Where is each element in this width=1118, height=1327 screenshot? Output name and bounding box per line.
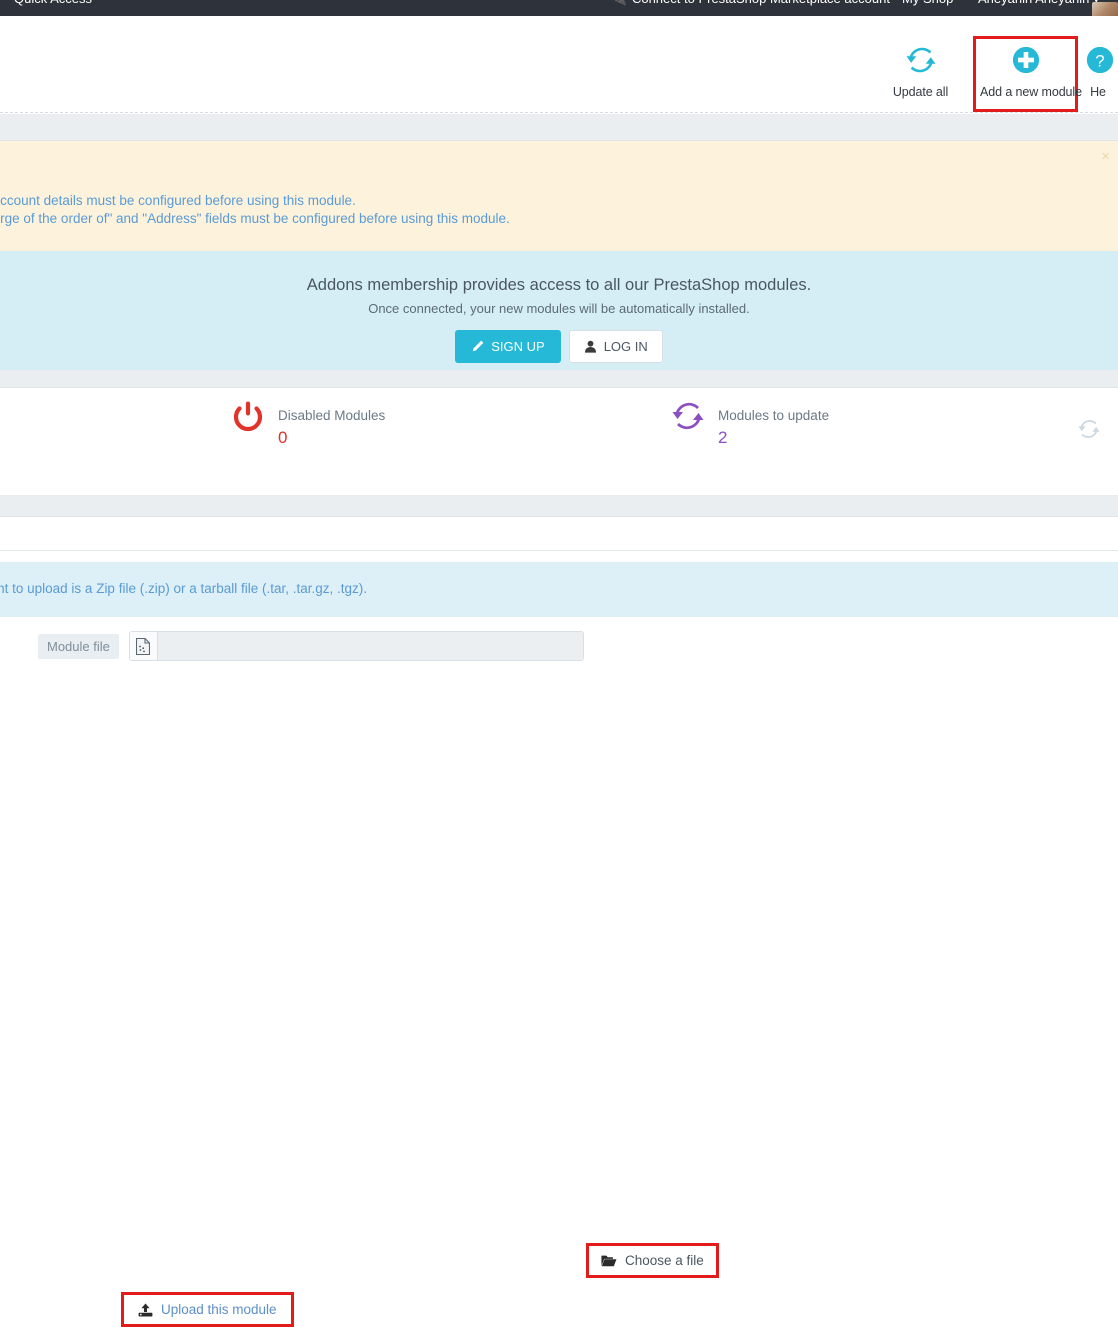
addons-membership-panel: Addons membership provides access to all… [0, 251, 1118, 370]
my-shop-link[interactable]: My Shop [902, 0, 953, 6]
module-file-row: Module file [38, 631, 584, 661]
svg-text:?: ? [1095, 52, 1104, 71]
upload-module-form: Module file Choose a file Upload this mo… [0, 617, 1118, 1327]
help-button[interactable]: ? He [1078, 36, 1118, 112]
upload-hint-panel: Please make sure the module you want to … [0, 562, 1118, 617]
warning-message-line: The "Name of the person in charge of the… [0, 211, 510, 226]
connect-marketplace-link[interactable]: 🔌 Connect to PrestaShop Marketplace accou… [612, 0, 890, 6]
update-all-label: Update all [892, 85, 949, 99]
pencil-icon [473, 340, 484, 352]
help-circle-icon: ? [1086, 46, 1114, 74]
user-icon [584, 340, 596, 353]
choose-a-file-label: Choose a file [625, 1253, 704, 1268]
module-file-input-group [128, 631, 584, 661]
help-label: He [1090, 85, 1106, 99]
update-all-button[interactable]: Update all [868, 36, 973, 112]
upload-icon [138, 1303, 153, 1316]
divider [0, 550, 1118, 551]
plus-circle-icon [1012, 46, 1039, 74]
addons-subtitle: Once connected, your new modules will be… [368, 301, 750, 316]
upload-this-module-label: Upload this module [161, 1302, 277, 1317]
separator-band-mid [0, 370, 1118, 388]
log-in-label: LOG IN [603, 339, 648, 354]
stat-disabled-modules[interactable]: Disabled Modules 0 [232, 388, 385, 452]
upload-hint-text: Please make sure the module you want to … [0, 581, 368, 596]
warning-alert: × Your PrestaShop Marketplace account de… [0, 141, 1118, 251]
close-icon[interactable]: × [1101, 149, 1110, 164]
quick-access-menu[interactable]: Quick Access [14, 0, 92, 6]
warning-message-list: Your PrestaShop Marketplace account deta… [0, 192, 510, 228]
plug-icon: 🔌 [612, 0, 627, 6]
choose-a-file-button[interactable]: Choose a file [586, 1243, 719, 1278]
sign-up-label: SIGN UP [491, 339, 545, 354]
log-in-button[interactable]: LOG IN [568, 330, 663, 363]
avatar[interactable] [1092, 2, 1118, 16]
separator-band-top [0, 114, 1118, 141]
power-icon [233, 401, 263, 432]
user-menu[interactable]: Aneyahin Aneyahin ▾ [978, 0, 1099, 7]
stat-modules-to-update-value: 2 [718, 428, 728, 447]
module-file-label: Module file [38, 633, 119, 659]
addons-title: Addons membership provides access to all… [306, 276, 812, 294]
sign-up-button[interactable]: SIGN UP [455, 330, 561, 363]
upload-this-module-button[interactable]: Upload this module [121, 1292, 294, 1327]
user-name-label: Aneyahin Aneyahin [978, 0, 1089, 6]
stat-disabled-modules-label: Disabled Modules [278, 408, 386, 423]
toolbar-actions: Update all Add a new module ? He [868, 36, 1118, 112]
folder-open-icon [601, 1255, 617, 1267]
addons-button-group: SIGN UP LOG IN [0, 330, 1118, 363]
refresh-icon[interactable] [1078, 418, 1100, 440]
stat-modules-to-update-label: Modules to update [718, 408, 830, 423]
module-stats-row: Disabled Modules 0 Modules to update 2 [0, 388, 1118, 495]
connect-marketplace-label: Connect to PrestaShop Marketplace accoun… [632, 0, 890, 6]
module-file-input[interactable] [157, 632, 583, 660]
refresh-icon [905, 47, 936, 73]
stat-modules-to-update[interactable]: Modules to update 2 [672, 388, 829, 452]
add-new-module-label: Add a new module [980, 85, 1082, 99]
page-header-toolbar: Update all Add a new module ? He [0, 16, 1118, 113]
refresh-icon [672, 402, 704, 430]
add-new-module-button[interactable]: Add a new module [973, 36, 1082, 112]
document-icon [129, 632, 158, 660]
warning-message-line: Your PrestaShop Marketplace account deta… [0, 193, 356, 208]
separator-band-lower [0, 495, 1118, 517]
top-navigation-bar: Quick Access 🔌 Connect to PrestaShop Mark… [0, 0, 1118, 16]
stat-disabled-modules-value: 0 [278, 428, 288, 447]
